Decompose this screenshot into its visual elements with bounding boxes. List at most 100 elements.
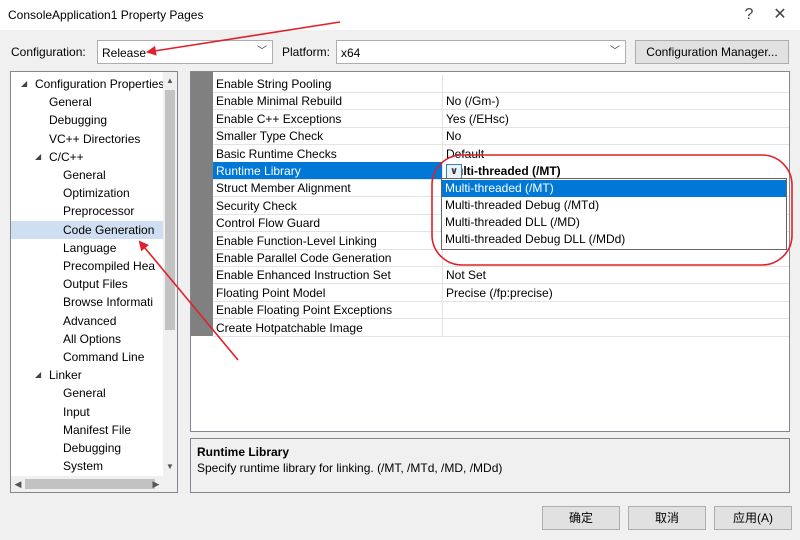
tree-item-label: C/C++ bbox=[49, 149, 84, 164]
dropdown-option[interactable]: Multi-threaded DLL (/MD) bbox=[442, 214, 786, 231]
property-name: Runtime Library bbox=[216, 164, 301, 178]
property-name: Enable Floating Point Exceptions bbox=[216, 303, 393, 318]
tree-item-label: General bbox=[63, 386, 106, 401]
tree-item[interactable]: ◢ C/C++ bbox=[35, 148, 163, 166]
configuration-label: Configuration: bbox=[11, 45, 86, 59]
expand-toggle-icon[interactable]: ◢ bbox=[21, 75, 27, 93]
description-text: Specify runtime library for linking. (/M… bbox=[197, 461, 503, 475]
property-name: Floating Point Model bbox=[216, 285, 326, 300]
dropdown-option[interactable]: Multi-threaded (/MT) bbox=[442, 180, 786, 197]
tree-vertical-scrollbar[interactable]: ▲ ▼ bbox=[163, 72, 177, 476]
tree-item[interactable]: General bbox=[63, 166, 163, 184]
tree-item[interactable]: Input bbox=[63, 403, 163, 421]
scroll-left-icon[interactable]: ◀ bbox=[11, 477, 25, 491]
tree-item-label: Linker bbox=[49, 368, 82, 383]
tree-item-label: Advanced bbox=[63, 313, 117, 328]
tree-item-label: Code Generation bbox=[63, 222, 155, 237]
property-value: Not Set bbox=[446, 268, 487, 283]
help-button[interactable]: ? bbox=[737, 3, 761, 27]
scroll-up-icon[interactable]: ▲ bbox=[163, 74, 177, 88]
tree-item[interactable]: Debugging bbox=[49, 111, 163, 129]
tree-item[interactable]: All Options bbox=[63, 330, 163, 348]
property-row[interactable]: Smaller Type Check No bbox=[213, 127, 789, 146]
apply-button[interactable]: 应用(A) bbox=[714, 506, 792, 530]
tree-item-label: Manifest File bbox=[63, 422, 132, 437]
dropdown-option[interactable]: Multi-threaded Debug DLL (/MDd) bbox=[442, 231, 786, 248]
tree-item[interactable]: Command Line bbox=[63, 348, 163, 366]
configuration-combo[interactable]: Release ﹀ bbox=[97, 40, 273, 64]
chevron-down-icon: ﹀ bbox=[257, 46, 267, 57]
property-row[interactable]: Enable Parallel Code Generation bbox=[213, 249, 789, 267]
tree-item[interactable]: General bbox=[49, 93, 163, 111]
column-divider bbox=[442, 92, 443, 111]
property-name: Struct Member Alignment bbox=[216, 181, 351, 196]
property-row[interactable]: Basic Runtime Checks Default bbox=[213, 144, 789, 163]
tree-horizontal-scrollbar[interactable]: ◀ ▶ bbox=[11, 476, 177, 492]
tree-item-label: Command Line bbox=[63, 350, 145, 364]
tree-item[interactable]: ◢ Linker bbox=[35, 366, 163, 384]
tree-item[interactable]: Advanced bbox=[63, 312, 163, 330]
column-divider bbox=[442, 127, 443, 146]
expand-toggle-icon[interactable]: ◢ bbox=[35, 366, 41, 384]
ok-button[interactable]: 确定 bbox=[542, 506, 620, 530]
tree-item-label: Debugging bbox=[63, 441, 122, 455]
property-row[interactable]: Create Hotpatchable Image bbox=[213, 318, 789, 337]
column-divider bbox=[442, 75, 443, 93]
tree-item[interactable]: Debugging bbox=[63, 439, 163, 457]
cancel-button[interactable]: 取消 bbox=[628, 506, 706, 530]
dropdown-option[interactable]: Multi-threaded Debug (/MTd) bbox=[442, 197, 786, 214]
tree-item[interactable]: Optimization bbox=[63, 184, 163, 202]
tree-item-label: Language bbox=[63, 240, 117, 255]
tree-item[interactable]: System bbox=[63, 457, 163, 475]
window-title: ConsoleApplication1 Property Pages bbox=[8, 8, 204, 22]
runtime-library-dropdown: Multi-threaded (/MT) Multi-threaded Debug… bbox=[441, 178, 787, 250]
property-row[interactable]: Enable C++ Exceptions Yes (/EHsc) bbox=[213, 109, 789, 128]
property-row[interactable]: Floating Point Model Precise (/fp:precise… bbox=[213, 283, 789, 302]
platform-label: Platform: bbox=[282, 45, 331, 59]
close-button[interactable]: ✕ bbox=[768, 3, 792, 27]
property-name: Enable C++ Exceptions bbox=[216, 111, 342, 126]
scroll-thumb[interactable] bbox=[25, 479, 155, 489]
configuration-value: Release bbox=[102, 46, 147, 60]
property-value: Multi-threaded (/MT) bbox=[446, 164, 561, 178]
property-name: Enable Function-Level Linking bbox=[216, 233, 377, 248]
scroll-thumb[interactable] bbox=[165, 90, 175, 330]
property-name: Control Flow Guard bbox=[216, 216, 321, 231]
tree-item[interactable]: Browse Informati bbox=[63, 293, 163, 311]
property-row[interactable]: Enable Floating Point Exceptions bbox=[213, 301, 789, 320]
tree-item[interactable]: Output Files bbox=[63, 275, 163, 293]
expand-toggle-icon[interactable]: ◢ bbox=[35, 148, 41, 166]
property-grid: Enable String Pooling Enable Minimal Rebu… bbox=[190, 71, 790, 432]
tree-item[interactable]: Manifest File bbox=[63, 421, 163, 439]
property-row[interactable]: Enable Minimal Rebuild No (/Gm-) bbox=[213, 92, 789, 111]
tree-item-label: Configuration Properties bbox=[35, 77, 165, 91]
property-name: Enable Parallel Code Generation bbox=[216, 251, 392, 265]
property-row[interactable]: Enable String Pooling bbox=[213, 75, 789, 93]
platform-combo[interactable]: x64 ﹀ bbox=[336, 40, 626, 64]
column-divider bbox=[442, 109, 443, 128]
property-name: Enable String Pooling bbox=[216, 77, 332, 91]
column-divider bbox=[442, 144, 443, 163]
tree-item-label: All Options bbox=[63, 331, 122, 346]
configuration-bar: Configuration: Release ﹀ Platform: x64 ﹀… bbox=[0, 40, 800, 64]
configuration-manager-button[interactable]: Configuration Manager... bbox=[635, 40, 789, 64]
scroll-right-icon[interactable]: ▶ bbox=[149, 477, 163, 491]
property-value: Precise (/fp:precise) bbox=[446, 285, 553, 300]
tree-item-label: System bbox=[63, 459, 104, 474]
tree-item[interactable]: Precompiled Hea bbox=[63, 257, 163, 275]
tree-item-label: VC++ Directories bbox=[49, 131, 141, 146]
tree-item[interactable]: General bbox=[63, 384, 163, 402]
tree-item-label: Preprocessor bbox=[63, 204, 135, 219]
property-row[interactable]: Enable Enhanced Instruction Set Not Set bbox=[213, 266, 789, 285]
tree-item-label: Browse Informati bbox=[63, 295, 154, 310]
description-panel: Runtime Library Specify runtime library … bbox=[190, 438, 790, 493]
scroll-down-icon[interactable]: ▼ bbox=[163, 460, 177, 474]
tree-item[interactable]: Preprocessor bbox=[63, 202, 163, 220]
column-divider bbox=[442, 301, 443, 320]
tree-item[interactable]: Language bbox=[63, 239, 163, 257]
tree-item-label: Input bbox=[63, 404, 90, 419]
platform-value: x64 bbox=[341, 46, 361, 60]
tree-item[interactable]: Code Generation bbox=[11, 220, 163, 239]
tree-item[interactable]: ◢ Configuration Properties bbox=[21, 75, 165, 93]
tree-item[interactable]: VC++ Directories bbox=[49, 130, 163, 148]
